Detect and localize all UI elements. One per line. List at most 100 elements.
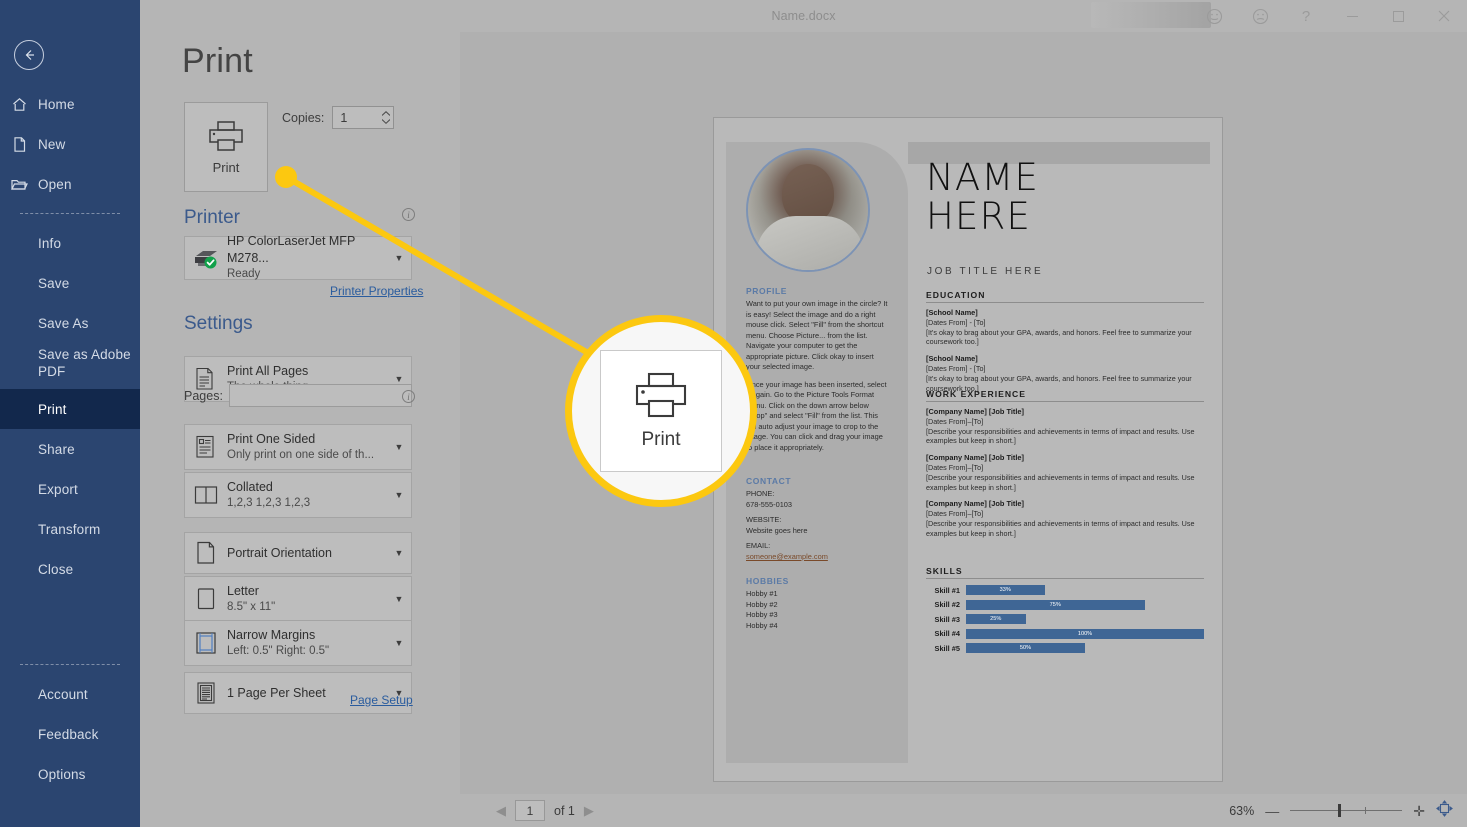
- chevron-down-icon[interactable]: ▼: [387, 374, 411, 384]
- entry-title: [School Name]: [926, 354, 978, 364]
- chevron-down-icon[interactable]: ▼: [387, 253, 411, 263]
- maximize-icon[interactable]: [1375, 0, 1421, 32]
- chevron-down-icon[interactable]: ▼: [387, 638, 411, 648]
- chevron-down-icon[interactable]: ▼: [387, 594, 411, 604]
- callout-print-button[interactable]: Print: [600, 350, 722, 472]
- sidebar-item-share[interactable]: Share: [0, 429, 140, 469]
- app-root: Name.docx ? Home New Open Info Save Save…: [0, 0, 1467, 827]
- smile-icon[interactable]: [1191, 0, 1237, 32]
- slider-knob[interactable]: [1338, 803, 1342, 817]
- next-page-icon[interactable]: ▶: [584, 803, 594, 819]
- zoom-out-icon[interactable]: —: [1265, 804, 1279, 818]
- stepper-arrows[interactable]: [382, 107, 391, 128]
- setting-subtitle: Left: 0.5" Right: 0.5": [227, 644, 330, 657]
- contact-value[interactable]: someone@example.com: [746, 552, 888, 563]
- entry-description: [Describe your responsibilities and achi…: [926, 518, 1195, 538]
- window-controls: ?: [1191, 0, 1467, 32]
- close-icon[interactable]: [1421, 0, 1467, 32]
- skill-bar: 100%: [966, 628, 1204, 639]
- page-number-input[interactable]: 1: [515, 800, 545, 821]
- printer-properties-link[interactable]: Printer Properties: [330, 284, 423, 298]
- photo-shading: [748, 150, 868, 270]
- sidebar-item-print[interactable]: Print: [0, 389, 140, 429]
- chevron-down-icon[interactable]: ▼: [387, 548, 411, 558]
- skills-heading: SKILLS: [926, 566, 1204, 579]
- pages-input[interactable]: [228, 384, 412, 407]
- skill-value: 25%: [990, 616, 1002, 622]
- contact-item: EMAIL: someone@example.com: [746, 541, 888, 562]
- portrait-icon: [185, 540, 227, 566]
- entry-title: [Company Name] [Job Title]: [926, 407, 1025, 416]
- previous-page-icon[interactable]: ◀: [496, 803, 506, 819]
- sidebar-item-label: New: [38, 136, 66, 152]
- sidebar-item-home[interactable]: Home: [0, 84, 140, 124]
- printer-selector[interactable]: HP ColorLaserJet MFP M278... Ready ▼: [184, 234, 412, 281]
- skill-row: Skill #4 100%: [926, 628, 1204, 640]
- setting-portrait-orientation[interactable]: Portrait Orientation ▼: [184, 532, 412, 574]
- paper-size-icon: [185, 586, 227, 612]
- zoom-percentage[interactable]: 63%: [1229, 804, 1254, 818]
- chevron-down-icon[interactable]: ▼: [387, 442, 411, 452]
- sidebar-item-save-as-adobe-pdf[interactable]: Save as Adobe PDF: [0, 343, 140, 389]
- skill-bar: 33%: [966, 585, 1045, 595]
- sidebar-item-label: Share: [38, 441, 75, 457]
- education-heading: EDUCATION: [926, 290, 1204, 303]
- sidebar-item-save[interactable]: Save: [0, 263, 140, 303]
- help-icon[interactable]: ?: [1283, 0, 1329, 32]
- print-button[interactable]: Print: [184, 102, 268, 192]
- copies-stepper[interactable]: 1: [332, 106, 395, 129]
- printer-status: Ready: [227, 268, 261, 281]
- entry-dates: [Dates From] - [To]: [926, 364, 986, 374]
- frown-icon[interactable]: [1237, 0, 1283, 32]
- sidebar-item-options[interactable]: Options: [0, 754, 140, 794]
- sidebar-item-open[interactable]: Open: [0, 164, 140, 204]
- setting-collated[interactable]: Collated 1,2,3 1,2,3 1,2,3 ▼: [184, 472, 412, 518]
- copies-row: Copies: 1: [282, 106, 395, 129]
- skill-label: Skill #3: [934, 614, 960, 624]
- page-setup-link[interactable]: Page Setup: [350, 693, 413, 707]
- zoom-in-icon[interactable]: ✛: [1413, 804, 1425, 818]
- sidebar-item-new[interactable]: New: [0, 124, 140, 164]
- settings-heading: Settings: [184, 313, 253, 334]
- work-entry: [Company Name] [Job Title] [Dates From]–[…: [926, 407, 1204, 446]
- skill-label: Skill #2: [934, 600, 960, 609]
- chevron-down-icon[interactable]: ▼: [387, 490, 411, 500]
- sidebar-item-export[interactable]: Export: [0, 469, 140, 509]
- back-arrow-icon[interactable]: [14, 40, 44, 70]
- setting-narrow-margins[interactable]: Narrow Margins Left: 0.5" Right: 0.5" ▼: [184, 620, 412, 666]
- sidebar-item-feedback[interactable]: Feedback: [0, 714, 140, 754]
- sidebar-item-label: Save as Adobe PDF: [38, 347, 131, 379]
- sidebar-item-label: Export: [38, 481, 78, 497]
- printer-icon: [209, 120, 243, 151]
- resume-job-title: JOB TITLE HERE: [927, 266, 1044, 277]
- resume-name: NAME HERE: [926, 158, 1039, 237]
- hobbies-heading: HOBBIES: [746, 576, 789, 586]
- profile-photo: [746, 148, 870, 272]
- sidebar-item-close[interactable]: Close: [0, 549, 140, 589]
- sidebar-item-info[interactable]: Info: [0, 223, 140, 263]
- document-preview-page[interactable]: PROFILE Want to put your own image in th…: [713, 117, 1223, 782]
- setting-print-one-sided[interactable]: Print One Sided Only print on one side of…: [184, 424, 412, 470]
- page-title: Print: [182, 42, 253, 80]
- skill-row: Skill #5 50%: [926, 642, 1204, 654]
- hobbies-block: HOBBIES Hobby #1 Hobby #2 Hobby #3 Hobby #4: [746, 576, 888, 631]
- fit-to-page-icon[interactable]: [1436, 799, 1453, 822]
- work-heading: WORK EXPERIENCE: [926, 389, 1204, 402]
- setting-letter[interactable]: Letter 8.5" x 11" ▼: [184, 576, 412, 622]
- hobby-item: Hobby #2: [746, 599, 778, 609]
- minimize-icon[interactable]: [1329, 0, 1375, 32]
- pages-info-icon[interactable]: i: [402, 390, 415, 403]
- folder-open-icon: [0, 176, 38, 193]
- zoom-slider[interactable]: [1290, 803, 1403, 818]
- print-settings-pane: Print Print Copies: 1 Printer i HP Color…: [140, 32, 460, 827]
- printer-info-icon[interactable]: i: [402, 208, 415, 221]
- sidebar-item-save-as[interactable]: Save As: [0, 303, 140, 343]
- entry-dates: [Dates From]–[To]: [926, 509, 984, 519]
- sidebar-item-transform[interactable]: Transform: [0, 509, 140, 549]
- skill-bar: 75%: [966, 599, 1145, 610]
- skill-track: 25%: [966, 614, 1204, 624]
- sidebar-item-account[interactable]: Account: [0, 674, 140, 714]
- page-count-label: of 1: [554, 803, 575, 818]
- sidebar-item-label: Info: [38, 235, 62, 251]
- zoom-controls: 63% — ✛: [1229, 799, 1453, 822]
